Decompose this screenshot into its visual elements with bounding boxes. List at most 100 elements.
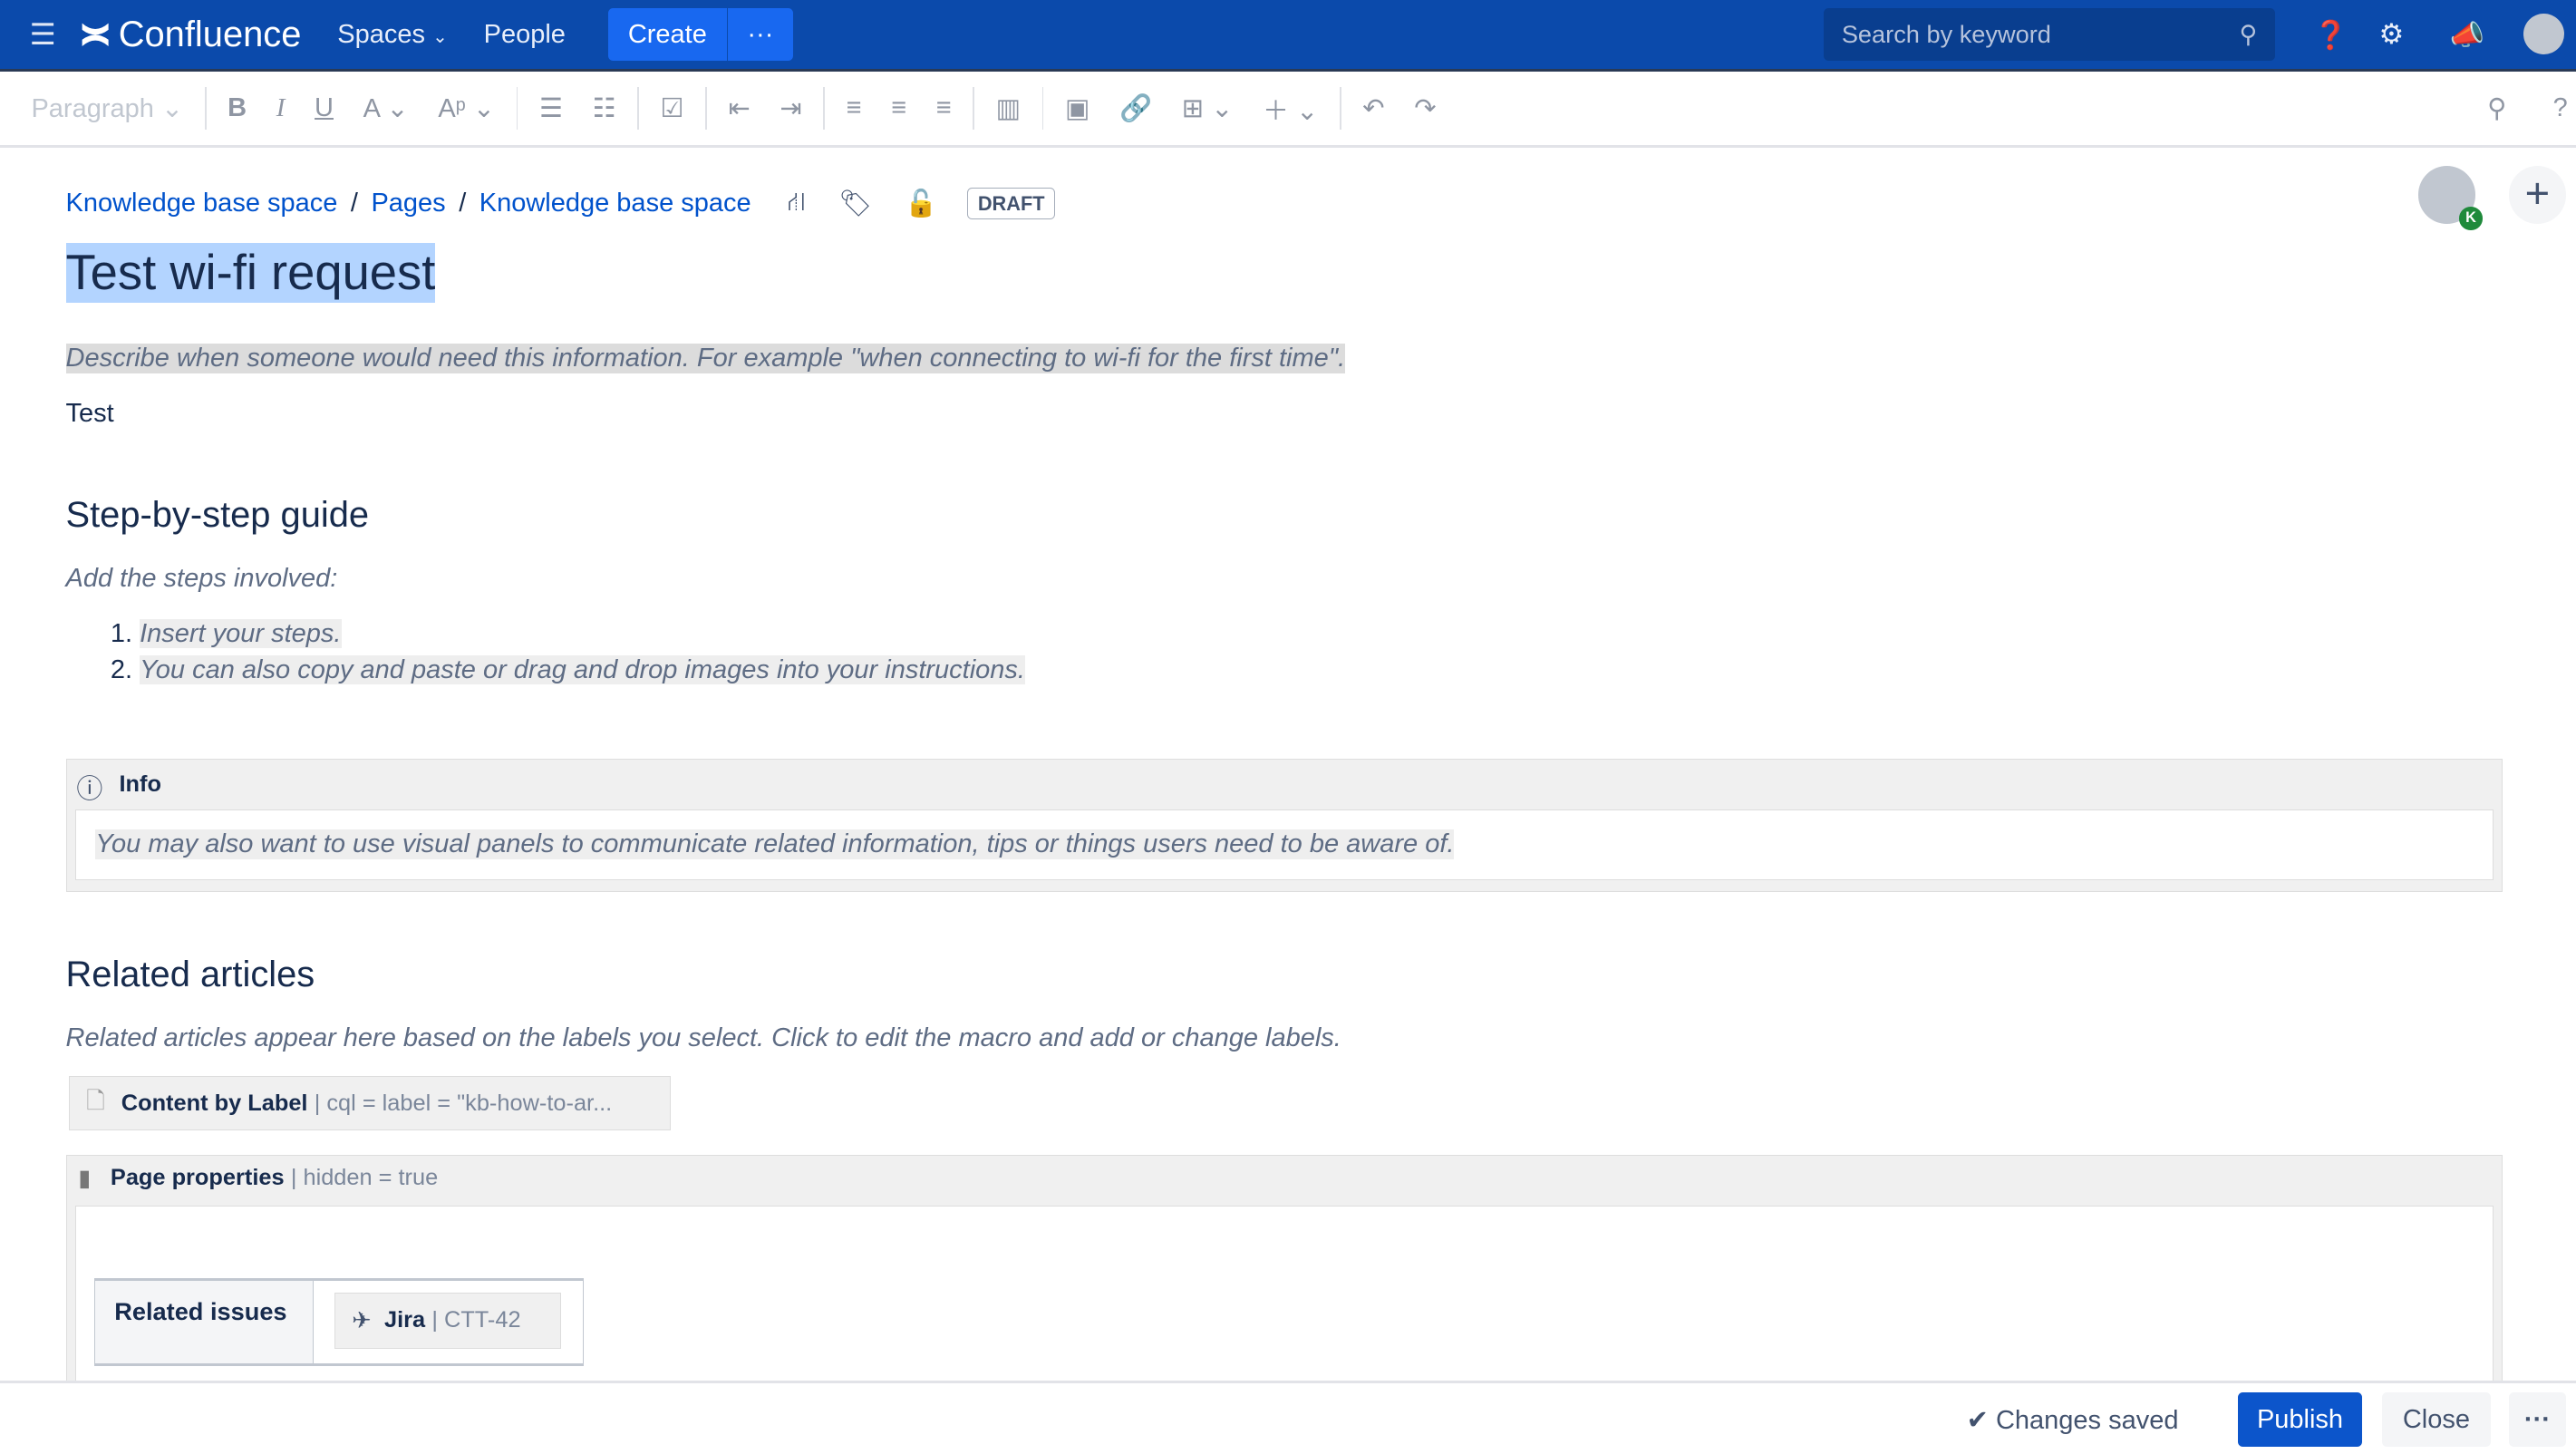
user-avatar[interactable] (2523, 13, 2565, 54)
task-list-icon[interactable]: ☑ (661, 92, 684, 124)
check-circle-icon: ✔ (1966, 1406, 1989, 1436)
confluence-logo-icon (82, 23, 109, 46)
notifications-icon[interactable]: 📣 (2449, 18, 2484, 52)
indent-icon[interactable]: ⇥ (780, 92, 801, 124)
divider (516, 87, 518, 131)
editor-footer: ✔ Changes saved Publish Close ··· (0, 1380, 2576, 1454)
separator: / (350, 189, 358, 218)
bullet-list-icon[interactable]: ☰ (539, 92, 563, 124)
info-body: You may also want to use visual panels t… (74, 809, 2494, 880)
people-link[interactable]: People (484, 20, 566, 50)
divider (1339, 87, 1341, 131)
create-more-button[interactable]: ··· (726, 8, 794, 62)
step-text: Insert your steps. (140, 618, 342, 648)
related-heading: Related articles (65, 955, 315, 995)
chevron-down-icon: ⌄ (432, 26, 448, 47)
create-button[interactable]: Create (608, 8, 727, 62)
page-properties-macro[interactable]: ▮ Page properties | hidden = true Related … (65, 1155, 2503, 1421)
jira-icon: ✈ (352, 1308, 372, 1334)
confluence-logo[interactable]: Confluence (79, 15, 301, 55)
search-icon: ⚲ (2239, 20, 2258, 49)
help-icon[interactable]: ❓ (2313, 18, 2348, 52)
jira-macro[interactable]: ✈ Jira | CTT-42 (334, 1293, 562, 1349)
steps-intro: Add the steps involved: (65, 563, 338, 593)
intro-placeholder[interactable]: Describe when someone would need this in… (65, 343, 1346, 373)
separator: / (459, 189, 467, 218)
numbered-list-icon[interactable]: ☷ (593, 92, 616, 124)
paragraph-select[interactable]: Paragraph ⌄ (31, 92, 183, 124)
properties-table: Related issues ✈ Jira | CTT-42 (93, 1278, 584, 1366)
table-icon[interactable]: ⊞ ⌄ (1182, 92, 1234, 124)
top-navigation: ☰ Confluence Spaces ⌄ People Create ··· S… (0, 0, 2576, 73)
paragraph-label: Paragraph (31, 94, 154, 124)
unlock-icon[interactable]: 🔓 (905, 189, 937, 219)
redo-icon[interactable]: ↷ (1414, 92, 1436, 124)
spaces-label: Spaces (337, 19, 425, 49)
steps-list: Insert your steps. You can also copy and… (74, 616, 1025, 689)
document-icon: 🗋 (86, 1088, 105, 1114)
collaborator-avatar: K (2418, 166, 2483, 230)
label-icon[interactable]: 🏷 (838, 189, 872, 219)
breadcrumb-pages[interactable]: Pages (371, 189, 445, 218)
divider (705, 87, 707, 131)
publish-button[interactable]: Publish (2237, 1392, 2363, 1448)
page-title[interactable]: Test wi-fi request (65, 243, 436, 303)
invite-button[interactable]: + (2508, 166, 2567, 224)
info-text: You may also want to use visual panels t… (95, 829, 1455, 860)
content-by-label-macro[interactable]: 🗋 Content by Label | cql = label = "kb-how… (69, 1076, 671, 1130)
divider (973, 87, 975, 131)
macro-header: ▮ Page properties | hidden = true (78, 1164, 438, 1192)
save-status: ✔ Changes saved (1967, 1404, 2179, 1436)
divider (204, 87, 207, 131)
save-status-text: Changes saved (1995, 1406, 2179, 1436)
help-icon[interactable]: ? (2553, 93, 2568, 123)
more-options-button[interactable]: ··· (2508, 1392, 2567, 1448)
image-icon[interactable]: ▣ (1065, 92, 1089, 124)
outdent-icon[interactable]: ⇤ (728, 92, 750, 124)
macro-params: | hidden = true (290, 1165, 439, 1191)
macro-params: | CTT-42 (431, 1307, 521, 1333)
step-text: You can also copy and paste or drag and … (140, 654, 1025, 684)
link-icon[interactable]: 🔗 (1119, 93, 1152, 124)
align-center-icon[interactable]: ≡ (891, 93, 906, 123)
gear-icon[interactable]: ⚙ (2379, 18, 2405, 51)
page-properties-icon: ▮ (78, 1166, 92, 1192)
info-panel[interactable]: ⓘ Info You may also want to use visual p… (65, 759, 2503, 893)
search-placeholder: Search by keyword (1841, 20, 2051, 49)
italic-icon[interactable]: I (276, 93, 286, 123)
divider (823, 87, 826, 131)
editor-toolbar: Paragraph ⌄ B I U A ⌄ Aᵖ ⌄ ☰ ☷ ☑ ⇤ ⇥ ≡ ≡… (0, 73, 2576, 148)
table-header-cell: Related issues (94, 1281, 314, 1363)
close-button[interactable]: Close (2382, 1392, 2491, 1448)
macro-params: | cql = label = "kb-how-to-ar... (314, 1090, 613, 1116)
breadcrumb-space[interactable]: Knowledge base space (66, 189, 338, 218)
insert-icon[interactable]: ＋ ⌄ (1263, 90, 1318, 128)
breadcrumb-parent[interactable]: Knowledge base space (479, 189, 751, 218)
divider (1041, 87, 1044, 131)
table-cell: ✈ Jira | CTT-42 (314, 1281, 583, 1363)
align-right-icon[interactable]: ≡ (936, 93, 952, 123)
text-format-icon[interactable]: Aᵖ ⌄ (438, 92, 495, 124)
info-icon: ⓘ (76, 775, 103, 805)
text-color-icon[interactable]: A ⌄ (363, 92, 409, 124)
menu-icon[interactable]: ☰ (30, 17, 56, 52)
app-name: Confluence (118, 14, 302, 54)
underline-icon[interactable]: U (315, 93, 334, 123)
align-left-icon[interactable]: ≡ (847, 93, 862, 123)
body-text[interactable]: Test (66, 399, 114, 429)
undo-icon[interactable]: ↶ (1362, 92, 1384, 124)
find-icon[interactable]: ⚲ (2487, 92, 2506, 124)
step-item: Insert your steps. (140, 616, 1025, 653)
macro-name: Page properties (110, 1165, 285, 1191)
avatar-badge: K (2459, 207, 2483, 230)
status-badge: DRAFT (966, 188, 1056, 220)
macro-name: Jira (384, 1307, 426, 1333)
spaces-menu[interactable]: Spaces ⌄ (337, 20, 448, 50)
divider (637, 87, 639, 131)
search-input[interactable]: Search by keyword ⚲ (1823, 8, 2276, 62)
related-text: Related articles appear here based on th… (65, 1023, 1341, 1053)
macro-name: Content by Label (121, 1090, 308, 1116)
bold-icon[interactable]: B (228, 93, 247, 123)
page-tree-icon[interactable]: ⛙ (788, 188, 806, 220)
layout-icon[interactable]: ▥ (996, 92, 1021, 124)
